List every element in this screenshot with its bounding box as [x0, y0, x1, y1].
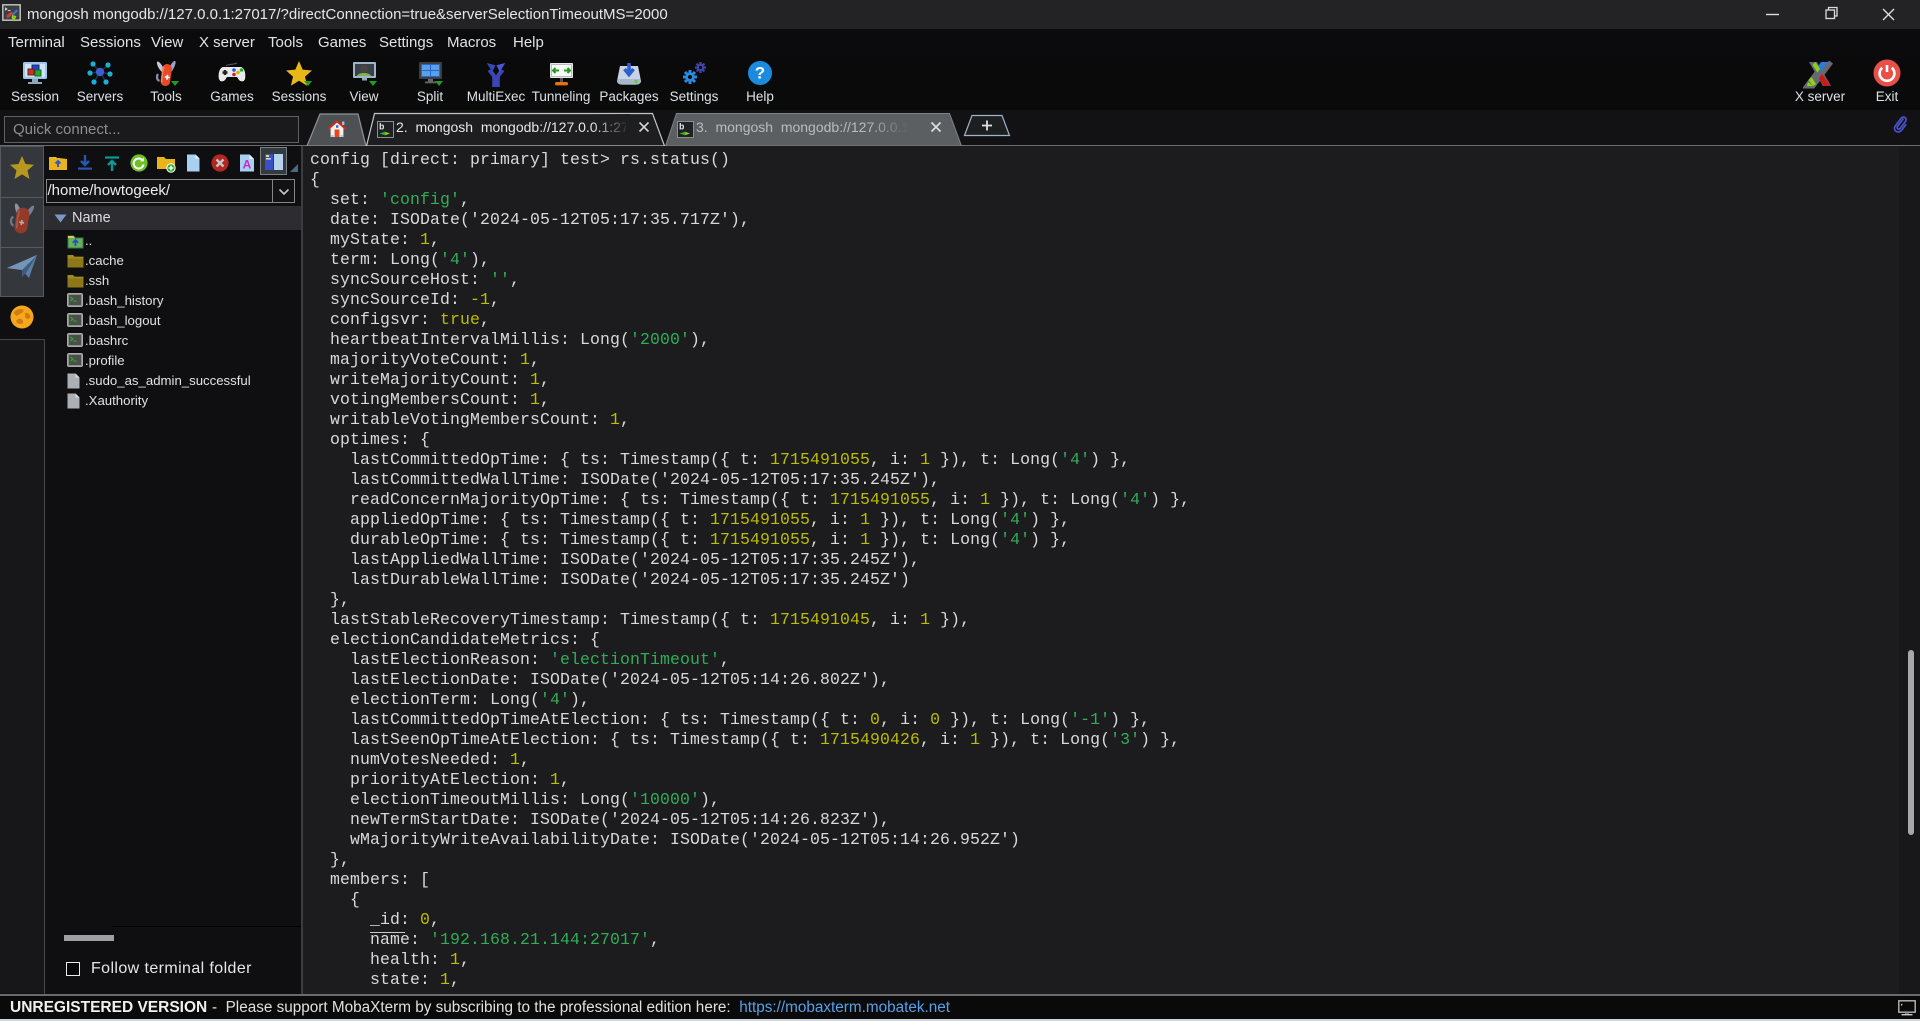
svg-text:?: ? — [755, 64, 765, 83]
svg-text:b: b — [679, 123, 684, 133]
svg-text:A: A — [243, 158, 252, 172]
svg-text:b: b — [379, 123, 384, 133]
